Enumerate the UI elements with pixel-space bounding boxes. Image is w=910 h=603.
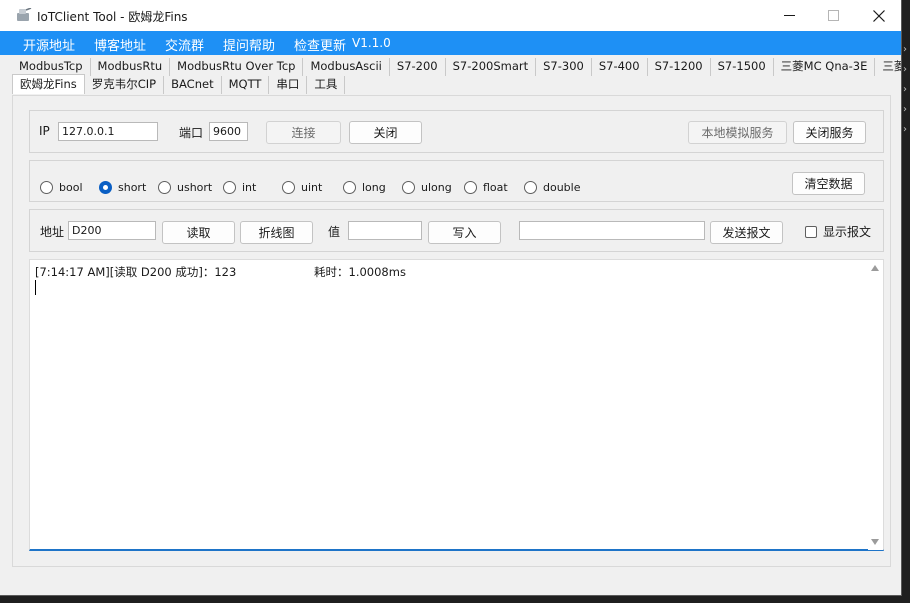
text-caret [35,280,36,295]
menu-bar: 开源地址 博客地址 交流群 提问帮助 检查更新 V1.1.0 [0,31,901,55]
tab-serial[interactable]: 串口 [269,76,308,94]
app-window: IoTClient Tool - 欧姆龙Fins 开源地址 博客地址 交流群 提… [0,0,902,596]
radio-short[interactable]: short [99,181,146,194]
show-message-checkbox[interactable]: 显示报文 [805,223,871,240]
close-window-button[interactable] [856,0,901,31]
connect-button[interactable]: 连接 [266,121,341,144]
maximize-icon [827,10,839,21]
datatype-panel: bool short ushort int uint long ulong fl… [29,160,884,202]
local-simulation-button[interactable]: 本地模拟服务 [688,121,787,144]
address-label: 地址 [40,225,65,239]
operation-panel: 地址 读取 折线图 值 写入 发送报文 显示报文 [29,209,884,252]
address-input[interactable] [68,221,156,240]
tab-s7-1200[interactable]: S7-1200 [648,58,711,76]
tab-s7-200[interactable]: S7-200 [390,58,446,76]
close-icon [873,9,885,22]
message-input[interactable] [519,221,705,240]
radio-long[interactable]: long [343,181,386,194]
radio-bool[interactable]: bool [40,181,83,194]
send-message-button[interactable]: 发送报文 [710,221,783,244]
menu-version[interactable]: V1.1.0 [352,36,391,50]
menu-blog[interactable]: 博客地址 [94,35,146,54]
menu-group[interactable]: 交流群 [165,35,204,54]
log-entry: [7:14:17 AM][读取 D200 成功]：123 [35,265,237,279]
port-label: 端口 [179,126,204,140]
tab-s7-400[interactable]: S7-400 [592,58,648,76]
menu-help[interactable]: 提问帮助 [223,35,275,54]
title-bar: IoTClient Tool - 欧姆龙Fins [0,0,901,31]
value-input[interactable] [348,221,422,240]
tab-rockwell-cip[interactable]: 罗克韦尔CIP [85,76,165,94]
radio-int[interactable]: int [223,181,256,194]
connection-panel: IP 端口 连接 关闭 本地模拟服务 关闭服务 [29,110,884,153]
line-chart-button[interactable]: 折线图 [240,221,313,244]
tab-mqtt[interactable]: MQTT [222,76,270,94]
radio-ushort[interactable]: ushort [158,181,212,194]
tab-tools[interactable]: 工具 [307,76,346,94]
ip-input[interactable] [58,122,158,141]
clear-data-button[interactable]: 清空数据 [792,172,865,195]
log-scrollbar[interactable] [868,260,883,550]
tab-content: IP 端口 连接 关闭 本地模拟服务 关闭服务 bool short ushor… [12,95,891,567]
app-icon [17,8,32,21]
show-message-label: 显示报文 [823,225,872,239]
minimize-icon [783,15,795,16]
ip-label: IP [39,124,50,138]
radio-ulong[interactable]: ulong [402,181,452,194]
tab-mitsubishi-qna3e[interactable]: 三菱MC Qna-3E [774,58,876,76]
menu-open-source[interactable]: 开源地址 [23,35,75,54]
value-label: 值 [328,225,341,239]
tab-s7-200smart[interactable]: S7-200Smart [446,58,537,76]
port-input[interactable] [209,122,248,141]
tab-mitsubishi-a1e[interactable]: 三菱MC A-1E [875,58,901,76]
log-elapsed: 耗时：1.0008ms [314,265,406,279]
close-service-button[interactable]: 关闭服务 [793,121,866,144]
write-button[interactable]: 写入 [428,221,501,244]
tab-modbusrtu[interactable]: ModbusRtu [91,58,171,76]
tab-s7-1500[interactable]: S7-1500 [711,58,774,76]
tab-omron-fins[interactable]: 欧姆龙Fins [12,74,85,94]
tab-strip-row-1: ModbusTcp ModbusRtu ModbusRtu Over Tcp M… [12,58,901,76]
tab-strip-row-2: 欧姆龙Fins 罗克韦尔CIP BACnet MQTT 串口 工具 [12,74,346,94]
maximize-button[interactable] [810,0,856,31]
scroll-down-icon[interactable] [871,539,879,545]
log-textarea[interactable]: [7:14:17 AM][读取 D200 成功]：123 耗时：1.0008ms [29,259,884,551]
tab-s7-300[interactable]: S7-300 [536,58,592,76]
read-button[interactable]: 读取 [162,221,235,244]
minimize-button[interactable] [766,0,812,31]
scroll-up-icon[interactable] [871,265,879,271]
window-title: IoTClient Tool - 欧姆龙Fins [37,10,188,24]
tab-modbusrtu-over-tcp[interactable]: ModbusRtu Over Tcp [170,58,304,76]
menu-check-update[interactable]: 检查更新 [294,35,346,54]
radio-double[interactable]: double [524,181,581,194]
disconnect-button[interactable]: 关闭 [349,121,422,144]
tab-bacnet[interactable]: BACnet [164,76,222,94]
radio-uint[interactable]: uint [282,181,322,194]
tab-modbusascii[interactable]: ModbusAscii [303,58,390,76]
radio-float[interactable]: float [464,181,508,194]
